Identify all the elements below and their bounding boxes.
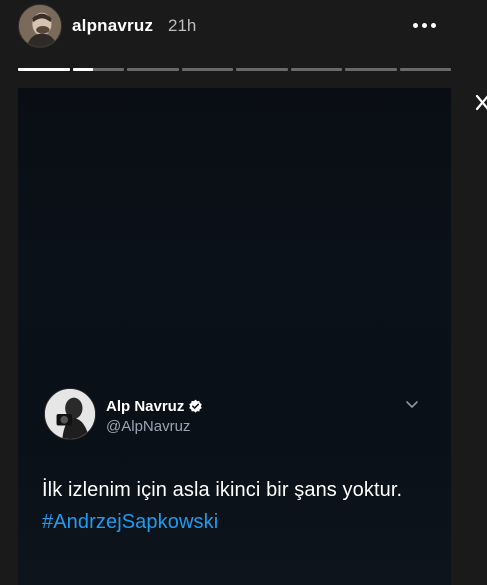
tweet-card: Alp Navruz @AlpNavruz İlk izlenim için a… [18,388,451,538]
progress-segment [345,68,397,71]
story-viewer: alpnavruz 21h Alp Navruz @AlpNavruz İlk … [0,0,487,585]
timestamp: 21h [168,16,197,35]
progress-segment [72,68,124,71]
progress-fill [18,68,70,71]
progress-segment [236,68,288,71]
tweet-header: Alp Navruz @AlpNavruz [42,388,427,444]
verified-badge-icon [188,399,203,414]
story-progress [18,68,451,71]
tweet-avatar [44,388,96,440]
more-options-button[interactable] [404,10,444,40]
story-header: alpnavruz 21h [0,0,487,56]
story-media[interactable]: Alp Navruz @AlpNavruz İlk izlenim için a… [18,88,451,585]
progress-segment [290,68,342,71]
close-icon [475,94,487,111]
username[interactable]: alpnavruz [72,16,153,36]
progress-segment [18,68,70,71]
progress-segment [181,68,233,71]
avatar[interactable] [18,4,62,48]
chevron-down-icon[interactable] [405,400,419,410]
tweet-handle: @AlpNavruz [106,418,191,435]
tweet-body: İlk izlenim için asla ikinci bir şans yo… [42,474,427,538]
tweet-display-name: Alp Navruz [106,398,203,415]
progress-segment [127,68,179,71]
progress-segment [399,68,451,71]
progress-fill [72,68,94,71]
display-name-text: Alp Navruz [106,398,185,415]
more-horizontal-icon [412,22,418,28]
tweet-hashtag[interactable]: #AndrzejSapkowski [42,506,427,538]
close-button[interactable] [474,92,487,114]
tweet-text: İlk izlenim için asla ikinci bir şans yo… [42,479,403,501]
